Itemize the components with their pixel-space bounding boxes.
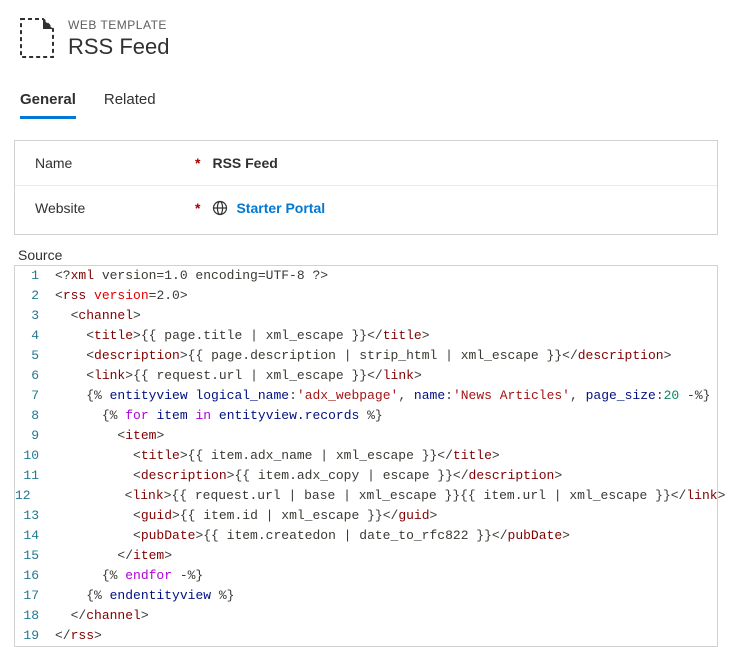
code-line[interactable]: <item> bbox=[49, 426, 717, 446]
tab-related[interactable]: Related bbox=[104, 85, 156, 119]
code-line[interactable]: {% endentityview %} bbox=[49, 586, 717, 606]
code-line[interactable]: <description>{{ item.adx_copy | escape }… bbox=[49, 466, 717, 486]
page-title: RSS Feed bbox=[68, 34, 170, 60]
line-number: 1 bbox=[15, 266, 49, 286]
line-number: 11 bbox=[15, 466, 49, 486]
code-line[interactable]: <link>{{ request.url | base | xml_escape… bbox=[41, 486, 726, 506]
code-line[interactable]: {% entityview logical_name:'adx_webpage'… bbox=[49, 386, 717, 406]
field-row-website: Website * Starter Portal bbox=[15, 186, 717, 230]
line-number: 14 bbox=[15, 526, 49, 546]
website-label: Website bbox=[35, 200, 195, 216]
globe-icon bbox=[212, 200, 228, 216]
code-line[interactable]: </item> bbox=[49, 546, 717, 566]
form-panel: Name * RSS Feed Website * Starter Portal bbox=[14, 140, 718, 235]
website-value[interactable]: Starter Portal bbox=[212, 200, 325, 216]
required-marker: * bbox=[195, 155, 200, 171]
code-line[interactable]: <guid>{{ item.id | xml_escape }}</guid> bbox=[49, 506, 717, 526]
code-line[interactable]: <title>{{ item.adx_name | xml_escape }}<… bbox=[49, 446, 717, 466]
code-line[interactable]: <channel> bbox=[49, 306, 717, 326]
code-line[interactable]: <title>{{ page.title | xml_escape }}</ti… bbox=[49, 326, 717, 346]
line-number: 13 bbox=[15, 506, 49, 526]
line-number: 12 bbox=[15, 486, 41, 506]
code-line[interactable]: {% for item in entityview.records %} bbox=[49, 406, 717, 426]
tab-strip: General Related bbox=[0, 85, 732, 120]
line-number: 17 bbox=[15, 586, 49, 606]
code-line[interactable]: <pubDate>{{ item.createdon | date_to_rfc… bbox=[49, 526, 717, 546]
code-line[interactable]: <description>{{ page.description | strip… bbox=[49, 346, 717, 366]
line-number: 7 bbox=[15, 386, 49, 406]
field-row-name: Name * RSS Feed bbox=[15, 141, 717, 186]
line-number: 2 bbox=[15, 286, 49, 306]
required-marker: * bbox=[195, 200, 200, 216]
code-line[interactable]: {% endfor -%} bbox=[49, 566, 717, 586]
code-line[interactable]: <?xml version=1.0 encoding=UTF-8 ?> bbox=[49, 266, 717, 286]
page-header: WEB TEMPLATE RSS Feed bbox=[0, 0, 732, 85]
line-number: 18 bbox=[15, 606, 49, 626]
name-value[interactable]: RSS Feed bbox=[212, 155, 277, 171]
code-editor[interactable]: 1<?xml version=1.0 encoding=UTF-8 ?> 2<r… bbox=[14, 265, 718, 647]
code-line[interactable]: </channel> bbox=[49, 606, 717, 626]
line-number: 3 bbox=[15, 306, 49, 326]
tab-general[interactable]: General bbox=[20, 85, 76, 119]
code-line[interactable]: <link>{{ request.url | xml_escape }}</li… bbox=[49, 366, 717, 386]
line-number: 4 bbox=[15, 326, 49, 346]
line-number: 9 bbox=[15, 426, 49, 446]
line-number: 10 bbox=[15, 446, 49, 466]
code-line[interactable]: </rss> bbox=[49, 626, 717, 646]
line-number: 5 bbox=[15, 346, 49, 366]
entity-type-label: WEB TEMPLATE bbox=[68, 18, 170, 32]
code-line[interactable]: <rss version=2.0> bbox=[49, 286, 717, 306]
line-number: 16 bbox=[15, 566, 49, 586]
line-number: 19 bbox=[15, 626, 49, 646]
name-label: Name bbox=[35, 155, 195, 171]
website-lookup-text: Starter Portal bbox=[236, 200, 325, 216]
line-number: 6 bbox=[15, 366, 49, 386]
source-section: Source 1<?xml version=1.0 encoding=UTF-8… bbox=[14, 243, 718, 647]
line-number: 8 bbox=[15, 406, 49, 426]
line-number: 15 bbox=[15, 546, 49, 566]
template-file-icon bbox=[20, 18, 54, 61]
source-label: Source bbox=[14, 243, 718, 265]
